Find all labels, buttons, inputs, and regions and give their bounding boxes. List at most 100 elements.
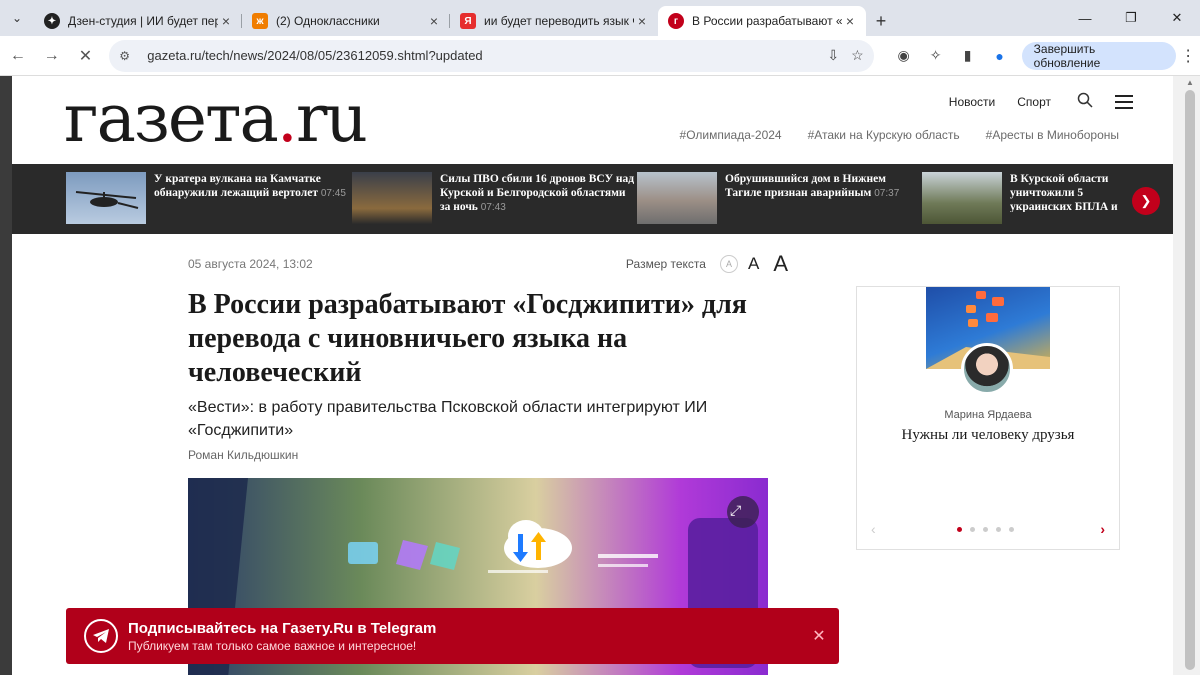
scroll-up-icon[interactable]: ▲	[1186, 78, 1194, 87]
hashtag-links: #Олимпиада-2024 #Атаки на Курскую област…	[654, 128, 1119, 142]
browser-tab-2[interactable]: ж (2) Одноклассники ×	[242, 6, 450, 36]
news-strip-item[interactable]: Силы ПВО сбили 16 дронов ВСУ над Курской…	[352, 172, 636, 226]
news-strip-text: Обрушившийся дом в Нижнем Тагиле признан…	[725, 172, 921, 226]
article-date: 05 августа 2024, 13:02	[188, 257, 313, 271]
minimize-icon[interactable]: —	[1062, 0, 1108, 36]
window-controls: — ❐ ✕	[1062, 0, 1200, 36]
web-page: газета.ru Новости Спорт #Олимпиада-2024 …	[12, 76, 1173, 675]
menu-hamburger-icon[interactable]	[1115, 94, 1133, 109]
back-icon[interactable]: ←	[2, 40, 34, 72]
browser-menu-icon[interactable]: ⋮	[1176, 46, 1200, 66]
opinion-title[interactable]: Нужны ли человеку друзья	[857, 427, 1119, 444]
carousel-next-icon[interactable]: ›	[1100, 521, 1105, 537]
article-author[interactable]: Роман Кильдюшкин	[188, 448, 788, 462]
header-nav: Новости Спорт	[927, 92, 1133, 111]
stop-loading-icon[interactable]: ✕	[70, 40, 102, 72]
article-lead: «Вести»: в работу правительства Псковско…	[188, 399, 708, 439]
nav-sport-link[interactable]: Спорт	[1017, 95, 1051, 109]
bookmark-star-icon[interactable]: ☆	[851, 47, 864, 64]
news-strip-item[interactable]: В Курской области уничтожили 5 украински…	[922, 172, 1120, 226]
news-title: Силы ПВО сбили 16 дронов ВСУ над Курской…	[440, 173, 635, 213]
text-size-label: Размер текста	[625, 257, 706, 271]
extensions-puzzle-icon[interactable]: ✧	[920, 47, 952, 64]
carousel-dot[interactable]	[970, 527, 975, 532]
news-strip-text: Силы ПВО сбили 16 дронов ВСУ над Курской…	[440, 172, 636, 226]
url-text[interactable]: gazeta.ru/tech/news/2024/08/05/23612059.…	[147, 48, 815, 63]
news-strip-next-button[interactable]: ❯	[1132, 187, 1160, 215]
browser-tab-3[interactable]: Я ии будет переводить язык чин ×	[450, 6, 658, 36]
yandex-favicon-icon: Я	[460, 13, 476, 29]
tab-search-icon[interactable]: ⌄	[0, 0, 34, 36]
logo-main: газета	[64, 80, 279, 157]
news-strip: У кратера вулкана на Камчатке обнаружили…	[12, 164, 1173, 234]
site-header: газета.ru Новости Спорт #Олимпиада-2024 …	[12, 76, 1173, 164]
scrollbar-thumb[interactable]	[1185, 90, 1195, 670]
gazeta-favicon-icon: г	[668, 13, 684, 29]
close-window-icon[interactable]: ✕	[1154, 0, 1200, 36]
news-time: 07:37	[874, 188, 900, 199]
text-size-large-button[interactable]: A	[773, 251, 788, 277]
news-title: Обрушившийся дом в Нижнем Тагиле признан…	[725, 173, 887, 199]
tab-title: Дзен-студия | ИИ будет перев	[68, 14, 218, 28]
close-banner-icon[interactable]: ✕	[799, 626, 839, 646]
logo-tld: ru	[295, 80, 368, 157]
browser-tab-1[interactable]: ✦ Дзен-студия | ИИ будет перев ×	[34, 6, 242, 36]
dzen-favicon-icon: ✦	[44, 13, 60, 29]
carousel-dot[interactable]	[996, 527, 1001, 532]
site-logo[interactable]: газета.ru	[64, 80, 368, 157]
telegram-banner-subtitle: Публикуем там только самое важное и инте…	[128, 638, 417, 653]
news-strip-item[interactable]: У кратера вулкана на Камчатке обнаружили…	[66, 172, 350, 226]
extension-vpn-icon[interactable]: ◉	[888, 47, 920, 64]
telegram-banner-title: Подписывайтесь на Газету.Ru в Telegram	[128, 619, 437, 637]
site-info-icon[interactable]: ⚙	[119, 49, 139, 63]
close-tab-icon[interactable]: ×	[218, 13, 234, 29]
collapsed-house-thumbnail	[637, 172, 717, 224]
address-bar[interactable]: ⚙ gazeta.ru/tech/news/2024/08/05/2361205…	[109, 39, 874, 72]
article: 05 августа 2024, 13:02 Размер текста A A…	[188, 251, 788, 675]
tab-title: В России разрабатывают «Гос	[692, 14, 842, 28]
expand-image-icon[interactable]: ⤢	[730, 502, 741, 519]
browser-tab-strip: ⌄ ✦ Дзен-студия | ИИ будет перев × ж (2)…	[0, 0, 1200, 36]
search-icon[interactable]	[1077, 92, 1093, 111]
carousel-prev-icon[interactable]: ‹	[871, 521, 876, 537]
news-title: В Курской области уничтожили 5 украински…	[1010, 173, 1118, 212]
carousel-dot[interactable]	[983, 527, 988, 532]
opinion-widget: Марина Ярдаева Нужны ли человеку друзья …	[856, 286, 1120, 550]
carousel-dot[interactable]	[1009, 527, 1014, 532]
news-time: 07:43	[480, 202, 506, 213]
logo-dot: .	[276, 80, 298, 157]
forward-icon[interactable]: →	[36, 40, 68, 72]
article-meta: 05 августа 2024, 13:02 Размер текста A A…	[188, 251, 788, 277]
browser-toolbar: ← → ✕ ⚙ gazeta.ru/tech/news/2024/08/05/2…	[0, 36, 1200, 76]
finish-update-button[interactable]: Завершить обновление	[1021, 41, 1177, 70]
profile-avatar-icon[interactable]: ●	[984, 48, 1016, 64]
close-tab-icon[interactable]: ×	[426, 13, 442, 29]
nav-news-link[interactable]: Новости	[949, 95, 995, 109]
news-strip-text: У кратера вулкана на Камчатке обнаружили…	[154, 172, 350, 226]
hashtag-link[interactable]: #Аресты в Минобороны	[986, 128, 1119, 142]
helicopter-thumbnail	[66, 172, 146, 224]
tab-title: (2) Одноклассники	[276, 14, 380, 28]
text-size-small-button[interactable]: A	[719, 255, 738, 273]
carousel-dot[interactable]	[957, 527, 962, 532]
news-title: У кратера вулкана на Камчатке обнаружили…	[154, 173, 321, 199]
restore-icon[interactable]: ❐	[1108, 0, 1154, 36]
opinion-author[interactable]: Марина Ярдаева	[857, 409, 1119, 421]
article-headline: В России разрабатывают «Госджипити» для …	[188, 289, 747, 388]
page-scrollbar[interactable]: ▲	[1173, 76, 1200, 675]
text-size-medium-button[interactable]: A	[748, 254, 759, 274]
close-tab-icon[interactable]: ×	[842, 13, 858, 29]
air-defense-thumbnail	[922, 172, 1002, 224]
close-tab-icon[interactable]: ×	[634, 13, 650, 29]
hashtag-link[interactable]: #Атаки на Курскую область	[808, 128, 960, 142]
telegram-banner[interactable]: Подписывайтесь на Газету.Ru в Telegram П…	[66, 608, 839, 664]
browser-tab-4[interactable]: г В России разрабатывают «Гос ×	[658, 6, 866, 36]
new-tab-button[interactable]: +	[866, 6, 896, 36]
tab-title: ии будет переводить язык чин	[484, 14, 634, 28]
hashtag-link[interactable]: #Олимпиада-2024	[680, 128, 782, 142]
side-panel-icon[interactable]: ▮	[952, 47, 984, 64]
install-app-icon[interactable]: ⇩	[827, 47, 839, 64]
telegram-icon	[84, 619, 118, 653]
news-strip-item[interactable]: Обрушившийся дом в Нижнем Тагиле признан…	[637, 172, 921, 226]
author-avatar[interactable]	[961, 343, 1013, 395]
